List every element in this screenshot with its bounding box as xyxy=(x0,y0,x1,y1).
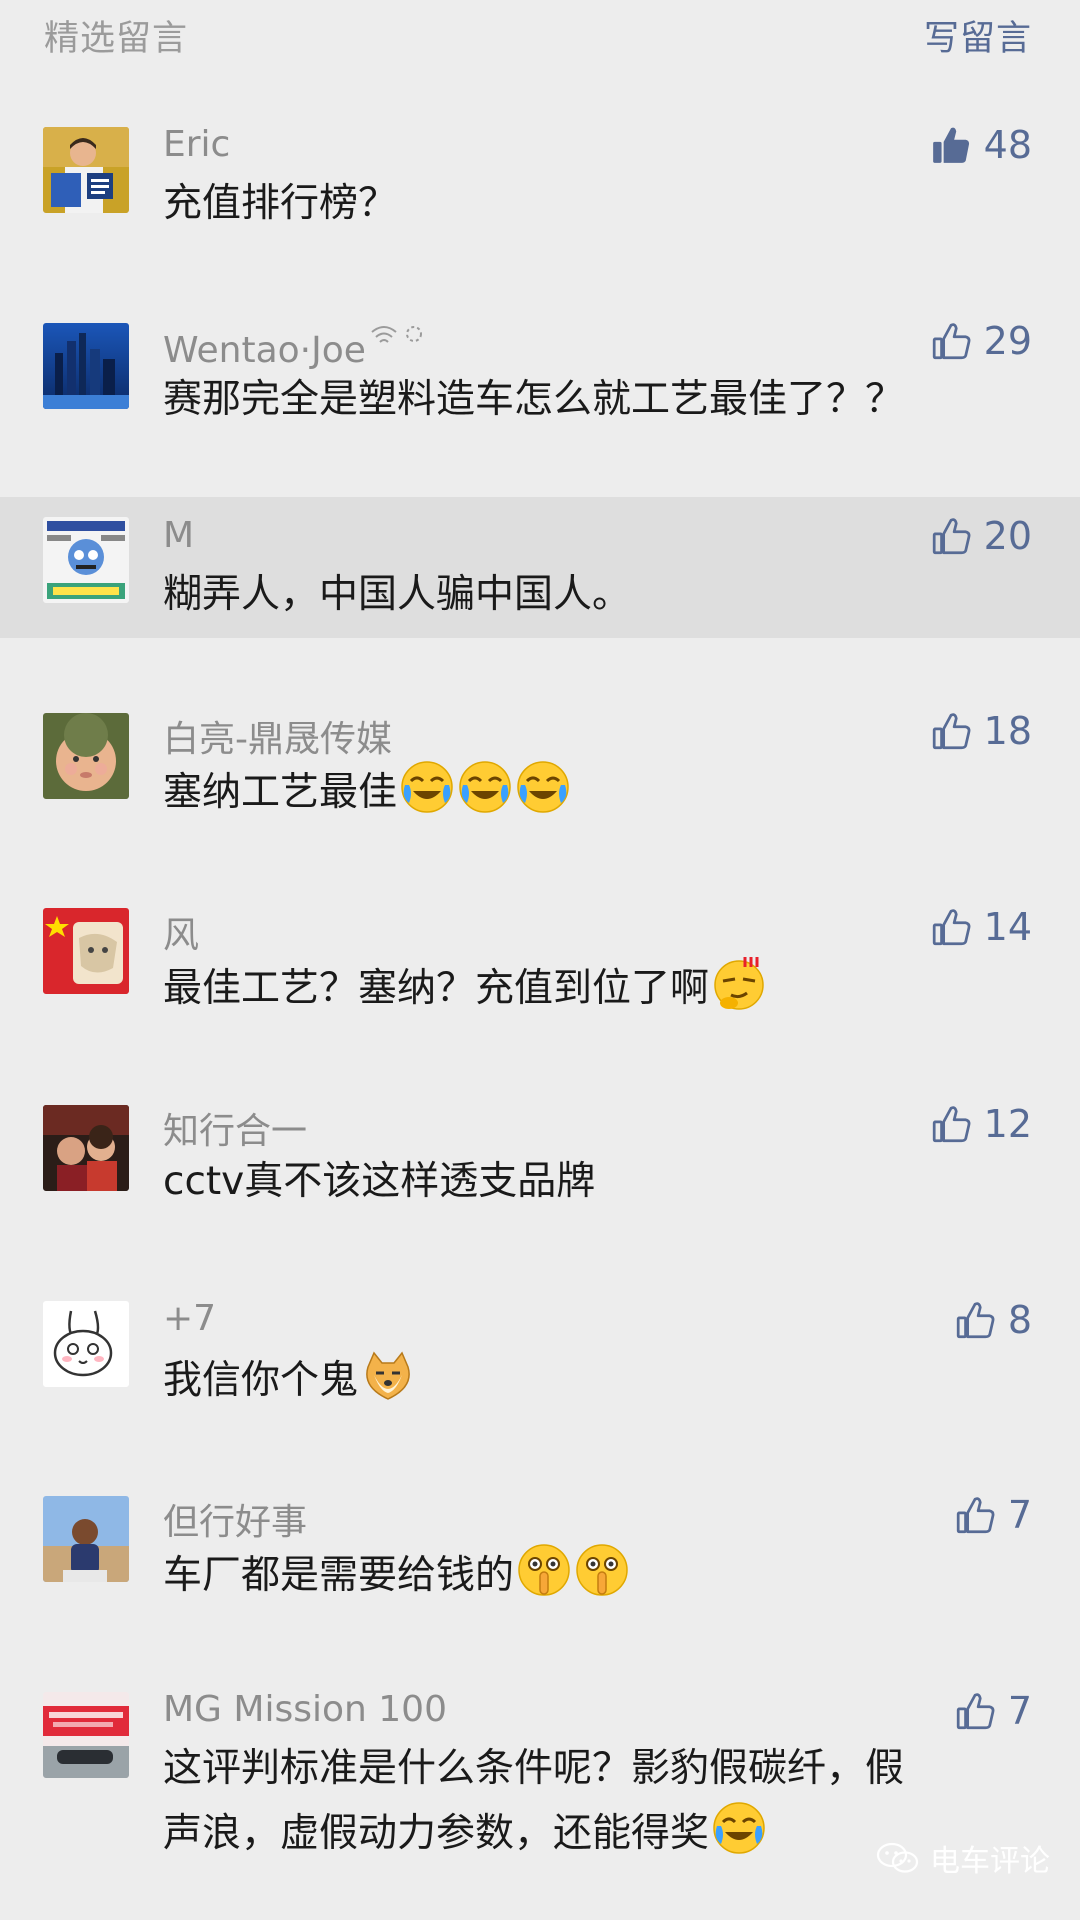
comment-text-content: 声浪，虚假动力参数，还能得奖 xyxy=(163,1811,710,1856)
crying-laughing-emoji-icon xyxy=(713,1802,765,1854)
avatar[interactable] xyxy=(43,517,129,603)
comment-item: 但行好事 车厂都是需要给钱的 7 xyxy=(0,1474,1080,1624)
like-button[interactable]: 29 xyxy=(930,316,1032,366)
comment-text-content: 充值排行榜？ xyxy=(163,181,398,226)
like-count: 8 xyxy=(1007,1298,1032,1342)
avatar[interactable] xyxy=(43,1496,129,1582)
wifi-badge-icon xyxy=(371,326,422,343)
comment-nickname[interactable]: MG Mission 100 xyxy=(163,1689,447,1730)
like-count: 48 xyxy=(983,123,1032,167)
comment-text: 车厂都是需要给钱的 xyxy=(163,1542,1033,1607)
666-thinking-emoji-icon xyxy=(714,957,764,1010)
thumbs-up-icon xyxy=(932,1106,971,1143)
like-button[interactable]: 20 xyxy=(930,511,1032,561)
like-count: 7 xyxy=(1007,1493,1032,1537)
comment-text-content: 最佳工艺？塞纳？充值到位了啊 xyxy=(163,966,710,1011)
featured-comments-title: 精选留言 xyxy=(44,19,189,59)
like-count: 7 xyxy=(1007,1689,1032,1733)
comment-text-content: 塞纳工艺最佳 xyxy=(163,770,398,815)
comment-nickname[interactable]: 风 xyxy=(163,906,199,958)
comment-text: 糊弄人，中国人骗中国人。 xyxy=(163,564,1033,626)
like-count: 29 xyxy=(983,319,1032,363)
avatar[interactable] xyxy=(43,1301,129,1387)
avatar[interactable] xyxy=(43,713,129,799)
like-button[interactable]: 7 xyxy=(954,1490,1032,1540)
like-button[interactable]: 14 xyxy=(930,902,1032,952)
comment-item: Eric 充值排行榜？ 48 xyxy=(0,100,1080,250)
avatar[interactable] xyxy=(43,1105,129,1191)
wechat-icon xyxy=(876,1842,919,1873)
like-count: 20 xyxy=(983,514,1032,558)
comment-item: M 糊弄人，中国人骗中国人。 20 xyxy=(0,497,1080,638)
comment-text: 塞纳工艺最佳 xyxy=(163,759,1033,824)
like-count: 18 xyxy=(983,709,1032,753)
comment-nickname[interactable]: 白亮-鼎晟传媒 xyxy=(163,710,392,762)
write-comment-button[interactable]: 写留言 xyxy=(924,10,1032,61)
thumbs-up-icon xyxy=(956,1693,995,1730)
comment-nickname[interactable]: M xyxy=(163,515,194,556)
like-button[interactable]: 7 xyxy=(954,1686,1032,1736)
avatar[interactable] xyxy=(43,1692,129,1778)
avatar[interactable] xyxy=(43,908,129,994)
comment-nickname[interactable]: 但行好事 xyxy=(163,1493,307,1545)
avatar[interactable] xyxy=(43,323,129,409)
like-button[interactable]: 48 xyxy=(930,120,1032,170)
like-count: 12 xyxy=(983,1102,1032,1146)
comment-text: 我信你个鬼 xyxy=(163,1347,1033,1412)
smirking-doge-emoji-icon xyxy=(366,1351,410,1400)
thumbs-up-icon xyxy=(932,518,971,555)
comment-text: 充值排行榜？ xyxy=(163,173,1033,235)
comment-nickname[interactable]: Eric xyxy=(163,124,230,165)
thumbs-up-icon xyxy=(956,1497,995,1534)
watermark-text: 电车评论 xyxy=(930,1844,1050,1879)
comment-text: cctv真不该这样透支品牌 xyxy=(163,1151,1033,1213)
comment-item: +7 我信你个鬼 8 xyxy=(0,1279,1080,1429)
like-button[interactable]: 18 xyxy=(930,706,1032,756)
crying-laughing-emoji-icon xyxy=(459,761,511,813)
thumbs-up-icon xyxy=(932,713,971,750)
thumbs-up-icon xyxy=(956,1302,995,1339)
like-button[interactable]: 8 xyxy=(954,1295,1032,1345)
comment-nickname[interactable]: Wentao·Joe xyxy=(163,320,430,371)
thumbs-up-filled-icon xyxy=(932,127,969,163)
comment-text-content: 赛那完全是塑料造车怎么就工艺最佳了？？ xyxy=(163,377,905,422)
comment-item: Wentao·Joe 赛那完全是塑料造车怎么就工艺最佳了？？ 29 xyxy=(0,300,1080,450)
shushing-face-emoji-icon xyxy=(576,1544,628,1596)
avatar[interactable] xyxy=(43,127,129,213)
comment-item: 风 最佳工艺？塞纳？充值到位了啊 14 xyxy=(0,886,1080,1036)
like-button[interactable]: 12 xyxy=(930,1099,1032,1149)
comment-item: 白亮-鼎晟传媒 塞纳工艺最佳 18 xyxy=(0,690,1080,840)
comments-header: 精选留言 写留言 xyxy=(0,0,1080,80)
comment-text: 最佳工艺？塞纳？充值到位了啊 xyxy=(163,955,1033,1020)
thumbs-up-icon xyxy=(932,323,971,360)
comment-text-content: 糊弄人，中国人骗中国人。 xyxy=(163,572,632,617)
crying-laughing-emoji-icon xyxy=(517,761,569,813)
crying-laughing-emoji-icon xyxy=(401,761,453,813)
shushing-face-emoji-icon xyxy=(518,1544,570,1596)
comment-text-line: 这评判标准是什么条件呢？影豹假碳纤，假 xyxy=(163,1746,905,1791)
comment-text: 赛那完全是塑料造车怎么就工艺最佳了？？ xyxy=(163,369,1033,431)
comment-text-content: cctv真不该这样透支品牌 xyxy=(163,1159,596,1204)
like-count: 14 xyxy=(983,905,1032,949)
comment-item: 知行合一 cctv真不该这样透支品牌 12 xyxy=(0,1083,1080,1233)
comment-nickname[interactable]: +7 xyxy=(163,1298,216,1339)
thumbs-up-icon xyxy=(932,909,971,946)
nickname-text: Wentao·Joe xyxy=(163,330,366,371)
comment-text-content: 我信你个鬼 xyxy=(163,1358,359,1403)
watermark: 电车评论 xyxy=(876,1836,1050,1880)
comment-text-content: 车厂都是需要给钱的 xyxy=(163,1553,515,1598)
comment-nickname[interactable]: 知行合一 xyxy=(163,1102,307,1154)
